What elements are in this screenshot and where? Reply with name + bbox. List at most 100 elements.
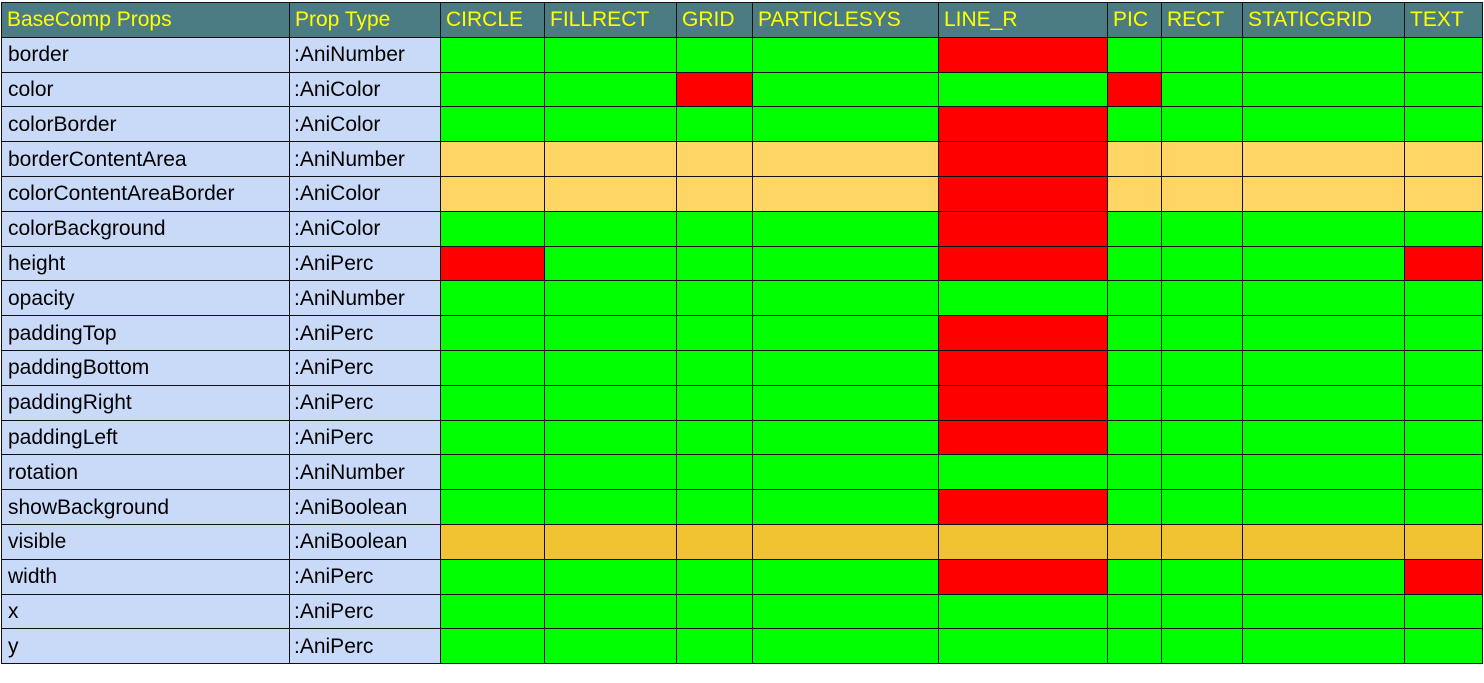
- status-cell: [1242, 489, 1405, 525]
- status-cell: [544, 315, 677, 351]
- status-cell: [1242, 106, 1405, 143]
- table-row: colorBackground:AniColor: [1, 210, 1483, 247]
- prop-type-cell: :AniColor: [289, 175, 441, 212]
- status-cell: [1161, 315, 1243, 351]
- status-cell: [440, 245, 545, 282]
- column-header-pic: PIC: [1107, 2, 1162, 38]
- column-header-text: TEXT: [1404, 2, 1483, 38]
- status-cell: [440, 419, 545, 456]
- status-cell: [676, 419, 753, 456]
- status-cell: [938, 558, 1108, 595]
- status-cell: [752, 210, 939, 247]
- status-cell: [1107, 175, 1162, 212]
- table-row: paddingLeft:AniPerc: [1, 419, 1483, 456]
- status-cell: [676, 210, 753, 247]
- status-cell: [440, 71, 545, 108]
- status-cell: [1161, 349, 1243, 386]
- status-cell: [752, 419, 939, 456]
- status-cell: [544, 628, 677, 665]
- status-cell: [544, 489, 677, 525]
- table-row: height:AniPerc: [1, 245, 1483, 282]
- status-cell: [440, 36, 545, 73]
- status-cell: [544, 71, 677, 108]
- status-cell: [1242, 36, 1405, 73]
- prop-name-cell: x: [1, 593, 290, 630]
- status-cell: [1107, 210, 1162, 247]
- status-cell: [752, 36, 939, 73]
- status-cell: [1404, 141, 1483, 177]
- table-row: colorBorder:AniColor: [1, 106, 1483, 143]
- status-cell: [1161, 106, 1243, 143]
- prop-type-cell: :AniNumber: [289, 280, 441, 317]
- status-cell: [1107, 384, 1162, 421]
- prop-name-cell: showBackground: [1, 489, 290, 525]
- status-cell: [938, 141, 1108, 177]
- status-cell: [676, 245, 753, 282]
- header-row: BaseComp Props Prop Type CIRCLE FILLRECT GRI…: [1, 2, 1483, 38]
- table-row: paddingTop:AniPerc: [1, 315, 1483, 351]
- column-header-fillrect: FILLRECT: [544, 2, 677, 38]
- column-header-basecomp-props: BaseComp Props: [1, 2, 290, 38]
- status-cell: [1242, 454, 1405, 491]
- table-row: paddingBottom:AniPerc: [1, 349, 1483, 386]
- status-cell: [938, 36, 1108, 73]
- table-row: x:AniPerc: [1, 593, 1483, 630]
- column-header-line-r: LINE_R: [938, 2, 1108, 38]
- status-cell: [544, 245, 677, 282]
- status-cell: [676, 141, 753, 177]
- status-cell: [1161, 454, 1243, 491]
- prop-type-cell: :AniColor: [289, 106, 441, 143]
- status-cell: [1404, 593, 1483, 630]
- status-cell: [1242, 210, 1405, 247]
- status-cell: [1161, 419, 1243, 456]
- prop-name-cell: colorContentAreaBorder: [1, 175, 290, 212]
- status-cell: [752, 489, 939, 525]
- prop-type-cell: :AniPerc: [289, 419, 441, 456]
- status-cell: [938, 454, 1108, 491]
- table-row: showBackground:AniBoolean: [1, 489, 1483, 525]
- status-cell: [544, 141, 677, 177]
- status-cell: [1161, 628, 1243, 665]
- status-cell: [752, 454, 939, 491]
- table-row: colorContentAreaBorder:AniColor: [1, 175, 1483, 212]
- prop-type-cell: :AniPerc: [289, 349, 441, 386]
- status-cell: [752, 71, 939, 108]
- status-cell: [1161, 523, 1243, 560]
- status-cell: [440, 489, 545, 525]
- status-cell: [938, 628, 1108, 665]
- status-cell: [1161, 280, 1243, 317]
- status-cell: [938, 106, 1108, 143]
- table-row: visible:AniBoolean: [1, 523, 1483, 560]
- prop-type-cell: :AniBoolean: [289, 489, 441, 525]
- status-cell: [1404, 175, 1483, 212]
- prop-name-cell: colorBorder: [1, 106, 290, 143]
- status-cell: [1107, 628, 1162, 665]
- status-cell: [1107, 593, 1162, 630]
- status-cell: [938, 593, 1108, 630]
- status-cell: [440, 175, 545, 212]
- status-cell: [1161, 245, 1243, 282]
- prop-type-cell: :AniNumber: [289, 36, 441, 73]
- status-cell: [752, 384, 939, 421]
- status-cell: [1107, 36, 1162, 73]
- status-cell: [1107, 454, 1162, 491]
- status-cell: [1107, 558, 1162, 595]
- prop-name-cell: paddingTop: [1, 315, 290, 351]
- status-cell: [544, 106, 677, 143]
- table-header: BaseComp Props Prop Type CIRCLE FILLRECT GRI…: [1, 2, 1483, 38]
- table-row: y:AniPerc: [1, 628, 1483, 665]
- status-cell: [1404, 245, 1483, 282]
- column-header-staticgrid: STATICGRID: [1242, 2, 1405, 38]
- status-cell: [1107, 280, 1162, 317]
- table-row: borderContentArea:AniNumber: [1, 141, 1483, 177]
- status-cell: [1404, 71, 1483, 108]
- status-cell: [1404, 315, 1483, 351]
- status-cell: [440, 106, 545, 143]
- status-cell: [1242, 349, 1405, 386]
- prop-type-cell: :AniColor: [289, 210, 441, 247]
- status-cell: [938, 210, 1108, 247]
- status-cell: [440, 454, 545, 491]
- status-cell: [1404, 454, 1483, 491]
- column-header-particlesys: PARTICLESYS: [752, 2, 939, 38]
- prop-name-cell: paddingBottom: [1, 349, 290, 386]
